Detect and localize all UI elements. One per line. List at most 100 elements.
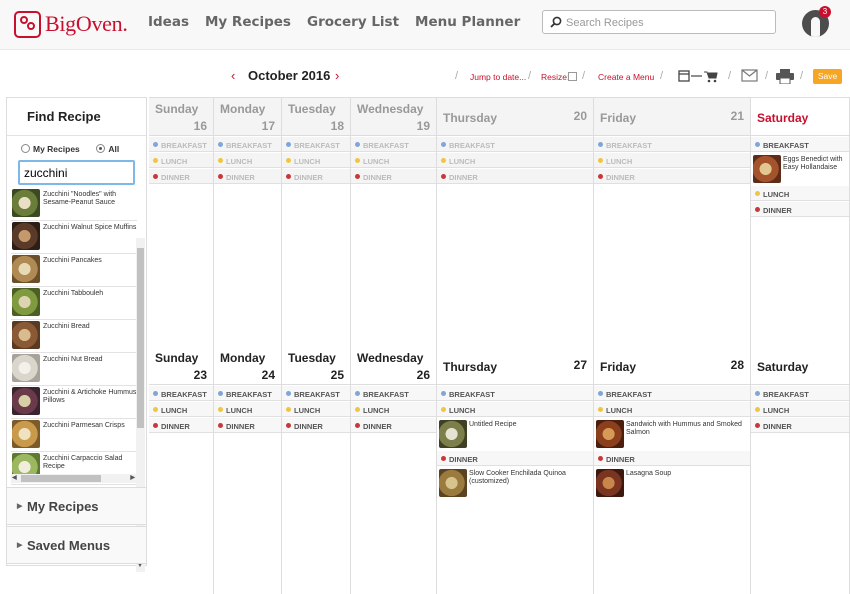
meal-slot-lunch[interactable]: LUNCH bbox=[214, 153, 281, 168]
meal-slot-dinner[interactable]: DINNER bbox=[282, 418, 350, 433]
meal-slot-lunch[interactable]: LUNCH bbox=[149, 402, 213, 417]
create-menu-link[interactable]: Create a Menu bbox=[598, 72, 654, 82]
calendar-to-cart-icon[interactable] bbox=[678, 69, 718, 83]
meal-slot-dinner[interactable]: DINNER bbox=[437, 169, 593, 184]
meal-slot-breakfast[interactable]: BREAKFAST bbox=[751, 386, 849, 401]
day-cell-saturday[interactable]: Saturday BREAKFAST Eggs Benedict with Ea… bbox=[751, 98, 850, 347]
meal-slot-breakfast[interactable]: BREAKFAST bbox=[594, 386, 750, 401]
email-icon[interactable] bbox=[741, 69, 758, 82]
meal-slot-lunch[interactable]: LUNCH bbox=[351, 153, 436, 168]
day-cell-sunday[interactable]: Sunday 16 BREAKFAST LUNCH DINNER bbox=[149, 98, 214, 347]
day-cell-saturday[interactable]: Saturday BREAKFAST LUNCH DINNER bbox=[751, 347, 850, 594]
meal-slot-breakfast[interactable]: BREAKFAST bbox=[437, 386, 593, 401]
day-cell-wednesday[interactable]: Wednesday 19 BREAKFAST LUNCH DINNER bbox=[351, 98, 437, 347]
save-button[interactable]: Save bbox=[813, 69, 842, 84]
resize-checkbox[interactable] bbox=[568, 72, 577, 81]
day-cell-friday[interactable]: Friday 21 BREAKFAST LUNCH DINNER bbox=[594, 98, 751, 347]
meal-slot-lunch[interactable]: LUNCH bbox=[751, 186, 849, 201]
meal-slot-lunch[interactable]: LUNCH bbox=[437, 153, 593, 168]
day-number: 18 bbox=[330, 119, 344, 133]
meal-slot-breakfast[interactable]: BREAKFAST bbox=[594, 137, 750, 152]
planned-recipe[interactable]: Sandwich with Hummus and Smoked Salmon bbox=[595, 418, 746, 449]
meal-slot-dinner[interactable]: DINNER bbox=[594, 169, 750, 184]
lunch-dot-icon bbox=[218, 407, 223, 412]
day-cell-wednesday[interactable]: Wednesday 26 BREAKFAST LUNCH DINNER bbox=[351, 347, 437, 594]
jump-to-date-link[interactable]: Jump to date... bbox=[470, 72, 526, 82]
meal-slot-lunch[interactable]: LUNCH bbox=[437, 402, 593, 417]
nav-my-recipes[interactable]: My Recipes bbox=[205, 14, 291, 30]
results-horizontal-scrollbar[interactable]: ◀ ▶ bbox=[11, 474, 136, 483]
scope-my-recipes-label[interactable]: My Recipes bbox=[33, 144, 80, 154]
print-icon[interactable] bbox=[776, 69, 794, 84]
meal-slot-dinner[interactable]: DINNER bbox=[149, 169, 213, 184]
meal-slot-breakfast[interactable]: BREAKFAST bbox=[351, 386, 436, 401]
radio-all-icon[interactable] bbox=[96, 144, 106, 153]
meal-slot-dinner[interactable]: DINNER bbox=[214, 169, 281, 184]
meal-slot-lunch[interactable]: LUNCH bbox=[149, 153, 213, 168]
day-cell-monday[interactable]: Monday 24 BREAKFAST LUNCH DINNER bbox=[214, 347, 282, 594]
scope-all-label[interactable]: All bbox=[108, 144, 119, 154]
meal-slot-breakfast[interactable]: BREAKFAST bbox=[282, 137, 350, 152]
meal-slot-lunch[interactable]: LUNCH bbox=[594, 153, 750, 168]
day-cell-thursday[interactable]: Thursday 20 BREAKFAST LUNCH DINNER bbox=[437, 98, 594, 347]
recipe-result-item[interactable]: Zucchini Parmesan Crisps bbox=[11, 419, 137, 452]
meal-slot-breakfast[interactable]: BREAKFAST bbox=[149, 386, 213, 401]
search-input[interactable] bbox=[566, 14, 766, 31]
main-nav: Ideas My Recipes Grocery List Menu Plann… bbox=[148, 14, 520, 30]
day-cell-friday[interactable]: Friday 28 BREAKFAST LUNCH Sandwich with … bbox=[594, 347, 751, 594]
meal-slot-breakfast[interactable]: BREAKFAST bbox=[214, 386, 281, 401]
prev-month-button[interactable]: ‹ bbox=[231, 68, 235, 83]
find-recipe-title: Find Recipe bbox=[7, 98, 146, 136]
meal-slot-breakfast[interactable]: BREAKFAST bbox=[282, 386, 350, 401]
saved-menus-accordion[interactable]: ▶ Saved Menus bbox=[6, 526, 147, 564]
meal-slot-lunch[interactable]: LUNCH bbox=[214, 402, 281, 417]
meal-slot-breakfast[interactable]: BREAKFAST bbox=[751, 137, 849, 152]
meal-slot-lunch[interactable]: LUNCH bbox=[351, 402, 436, 417]
meal-slot-dinner[interactable]: DINNER bbox=[282, 169, 350, 184]
day-cell-sunday[interactable]: Sunday 23 BREAKFAST LUNCH DINNER bbox=[149, 347, 214, 594]
day-cell-tuesday[interactable]: Tuesday 25 BREAKFAST LUNCH DINNER bbox=[282, 347, 351, 594]
meal-slot-breakfast[interactable]: BREAKFAST bbox=[149, 137, 213, 152]
meal-slot-breakfast[interactable]: BREAKFAST bbox=[351, 137, 436, 152]
recipe-result-item[interactable]: Zucchini Nut Bread bbox=[11, 353, 137, 386]
next-month-button[interactable]: › bbox=[335, 68, 339, 83]
recipe-result-item[interactable]: Zucchini "Noodles" with Sesame-Peanut Sa… bbox=[11, 188, 137, 221]
dinner-dot-icon bbox=[755, 423, 760, 428]
planned-recipe[interactable]: Eggs Benedict with Easy Hollandaise bbox=[752, 153, 847, 184]
radio-my-recipes-icon[interactable] bbox=[21, 144, 30, 153]
meal-slot-lunch[interactable]: LUNCH bbox=[751, 402, 849, 417]
notification-badge[interactable]: 3 bbox=[819, 6, 831, 18]
recipe-result-item[interactable]: Zucchini Bread bbox=[11, 320, 137, 353]
planned-recipe[interactable]: Untitled Recipe bbox=[438, 418, 589, 449]
meal-slot-lunch[interactable]: LUNCH bbox=[282, 153, 350, 168]
meal-slot-breakfast[interactable]: BREAKFAST bbox=[437, 137, 593, 152]
planned-recipe[interactable]: Slow Cooker Enchilada Quinoa (customized… bbox=[438, 467, 589, 498]
meal-slot-dinner[interactable]: DINNER bbox=[351, 418, 436, 433]
meal-slot-lunch[interactable]: LUNCH bbox=[282, 402, 350, 417]
meal-slot-dinner[interactable]: DINNER bbox=[751, 202, 849, 217]
meal-slot-dinner[interactable]: DINNER bbox=[751, 418, 849, 433]
recipe-result-item[interactable]: Zucchini & Artichoke Hummus Pillows bbox=[11, 386, 137, 419]
day-cell-monday[interactable]: Monday 17 BREAKFAST LUNCH DINNER bbox=[214, 98, 282, 347]
meal-slot-dinner[interactable]: DINNER bbox=[149, 418, 213, 433]
meal-slot-lunch[interactable]: LUNCH bbox=[594, 402, 750, 417]
recipe-search-input[interactable] bbox=[18, 160, 135, 185]
meal-label: LUNCH bbox=[226, 157, 253, 166]
recipe-result-item[interactable]: Zucchini Tabbouleh bbox=[11, 287, 137, 320]
day-cell-tuesday[interactable]: Tuesday 18 BREAKFAST LUNCH DINNER bbox=[282, 98, 351, 347]
meal-slot-breakfast[interactable]: BREAKFAST bbox=[214, 137, 281, 152]
day-cell-thursday[interactable]: Thursday 27 BREAKFAST LUNCH Untitled Rec… bbox=[437, 347, 594, 594]
my-recipes-accordion[interactable]: ▶ My Recipes bbox=[6, 487, 147, 525]
meal-slot-dinner[interactable]: DINNER bbox=[351, 169, 436, 184]
nav-grocery-list[interactable]: Grocery List bbox=[307, 14, 399, 30]
bigoven-logo[interactable]: BigOven. bbox=[14, 8, 128, 40]
planned-recipe[interactable]: Lasagna Soup bbox=[595, 467, 746, 498]
recipe-result-item[interactable]: Zucchini Walnut Spice Muffins bbox=[11, 221, 137, 254]
recipe-result-item[interactable]: Zucchini Pancakes bbox=[11, 254, 137, 287]
nav-ideas[interactable]: Ideas bbox=[148, 14, 189, 30]
meal-slot-dinner[interactable]: DINNER bbox=[214, 418, 281, 433]
nav-menu-planner[interactable]: Menu Planner bbox=[415, 14, 520, 30]
meal-slot-dinner[interactable]: DINNER bbox=[437, 451, 593, 466]
meal-slot-dinner[interactable]: DINNER bbox=[594, 451, 750, 466]
breakfast-dot-icon bbox=[153, 391, 158, 396]
